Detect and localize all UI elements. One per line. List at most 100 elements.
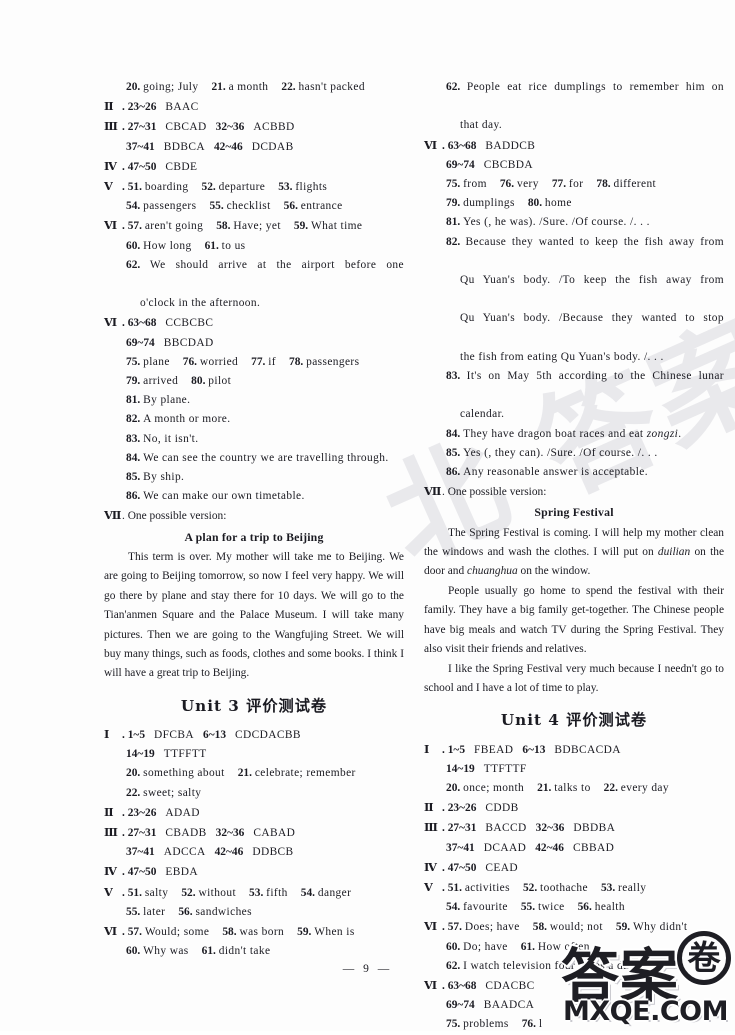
answer-item: 77. for bbox=[552, 178, 584, 190]
answer-range-line: 37~41 ADCCA 42~46 DDBCB bbox=[104, 843, 404, 862]
answer-item: 80. home bbox=[528, 197, 572, 209]
answer-item: 53. fifth bbox=[249, 887, 288, 899]
answer-item: 22. sweet; salty bbox=[126, 787, 201, 799]
question-number: 61. bbox=[201, 945, 216, 958]
question-number: 60. bbox=[126, 239, 141, 252]
roman-numeral: Ⅱ bbox=[104, 99, 114, 114]
roman-numeral: Ⅵ bbox=[424, 977, 438, 992]
roman-numeral: Ⅲ bbox=[424, 820, 438, 835]
question-number: 83. bbox=[126, 432, 141, 445]
question-range: 1~5 bbox=[127, 728, 146, 741]
answer-line: 20. going; July 21. a month 22. hasn't pac… bbox=[104, 78, 404, 97]
answer-line: 60. How long 61. to us bbox=[104, 237, 404, 256]
answer-letters: BAAC bbox=[165, 101, 199, 114]
answer-text: from bbox=[463, 178, 487, 191]
unit-heading: Unit 3 评价测试卷 bbox=[180, 696, 328, 715]
answer-text: once; month bbox=[463, 781, 525, 794]
question-number: 20. bbox=[446, 781, 461, 794]
question-range: 42~46 bbox=[535, 841, 564, 854]
question-range: 23~26 bbox=[127, 806, 157, 819]
answer-group: 63~68 CDACBC bbox=[448, 980, 535, 992]
answer-letters: CDDB bbox=[485, 802, 519, 815]
answer-text: People eat rice dumplings to remember hi… bbox=[466, 81, 724, 93]
answer-line: 60. Do; have 61. How often bbox=[424, 938, 724, 957]
answer-group: 37~41 BDBCA bbox=[126, 141, 205, 153]
answer-item: 54. passengers bbox=[126, 200, 196, 212]
answer-item: 60. Do; have bbox=[446, 941, 508, 953]
answer-text: Any reasonable answer is acceptable. bbox=[463, 466, 648, 479]
answer-sentence-line: the fish from eating Qu Yuan's body. /. … bbox=[460, 350, 664, 363]
roman-section-line: Ⅱ. 23~26 CDDB bbox=[424, 798, 724, 818]
answer-group: 27~31 CBADB bbox=[128, 827, 207, 839]
composition-paragraph: The Spring Festival is coming. I will he… bbox=[424, 526, 724, 578]
unit-heading: Unit 4 评价测试卷 bbox=[500, 711, 648, 730]
answer-text: later bbox=[143, 905, 166, 918]
question-number: 22. bbox=[281, 81, 296, 93]
answer-line: 20. something about 21. celebrate; rememb… bbox=[104, 764, 404, 783]
answer-item: 61. to us bbox=[205, 240, 246, 252]
answer-letters: BBCDAD bbox=[163, 336, 214, 349]
answer-item: 54. danger bbox=[301, 887, 352, 899]
question-number: 77. bbox=[551, 178, 567, 191]
answer-item: 55. checklist bbox=[209, 200, 270, 212]
answer-letters: CDACBC bbox=[485, 979, 535, 992]
answer-letters: DFCBA bbox=[154, 728, 195, 741]
two-column-body: 20. going; July 21. a month 22. hasn't pac… bbox=[0, 0, 735, 1030]
answer-item: 21. a month bbox=[211, 81, 268, 93]
italic-term: duilian bbox=[657, 546, 691, 559]
roman-numeral: Ⅱ bbox=[424, 800, 434, 815]
answer-item: 20. something about bbox=[126, 767, 225, 779]
answer-letters: CBBAD bbox=[572, 841, 615, 854]
answer-key-page: 北 答案 20. going; July 21. a month 22. hasn'… bbox=[0, 0, 735, 1031]
answer-letters: BAADCA bbox=[483, 999, 535, 1012]
answer-item: 79. arrived bbox=[126, 375, 178, 387]
answer-item: 57. Would; some bbox=[128, 926, 210, 938]
question-number: 22. bbox=[603, 781, 618, 794]
roman-section-label: Ⅶ. One possible version: bbox=[424, 482, 724, 502]
answer-group: 32~36 CABAD bbox=[216, 827, 296, 839]
answer-text: Do; have bbox=[463, 940, 508, 953]
question-number: 84. bbox=[446, 427, 461, 440]
answer-range-line: 69~74 CBCBDA bbox=[424, 156, 724, 175]
answer-text: We can make our own timetable. bbox=[143, 490, 305, 503]
answer-group: 14~19 TTFFTT bbox=[126, 748, 207, 760]
answer-group: 47~50 CEAD bbox=[448, 862, 518, 874]
question-number: 20. bbox=[126, 767, 141, 780]
answer-line: 79. arrived 80. pilot bbox=[104, 372, 404, 391]
answer-line: 54. passengers 55. checklist 56. entrance bbox=[104, 197, 404, 216]
answer-item: 59. Why didn't bbox=[616, 921, 688, 933]
answer-letters: ADCCA bbox=[163, 846, 206, 859]
answer-text: Yes (, he was). /Sure. /Of course. /. . … bbox=[463, 216, 650, 229]
answer-letters: DDBCB bbox=[252, 846, 294, 859]
answer-text: twice bbox=[537, 901, 565, 914]
answer-letters: BADDCB bbox=[485, 139, 536, 152]
answer-text: We can see the country we are travelling… bbox=[143, 451, 389, 464]
answer-letters: ACBBD bbox=[253, 121, 295, 134]
answer-text: aren't going bbox=[144, 220, 204, 233]
answer-item: 55. twice bbox=[521, 901, 565, 913]
question-range: 63~68 bbox=[447, 139, 477, 152]
answer-item: 75. plane bbox=[126, 356, 170, 368]
question-range: 1~5 bbox=[447, 743, 466, 756]
answer-text: We should arrive at the airport before o… bbox=[149, 258, 404, 271]
question-number: 53. bbox=[249, 886, 264, 899]
question-number: 80. bbox=[527, 197, 543, 210]
question-number: 51. bbox=[447, 881, 462, 894]
question-number: 57. bbox=[447, 921, 462, 934]
roman-numeral: Ⅰ bbox=[424, 741, 430, 756]
roman-section-line: Ⅴ. 51. salty 52. without 53. fifth 54. dang… bbox=[104, 883, 404, 903]
answer-letters: DCDAB bbox=[251, 140, 294, 153]
question-number: 84. bbox=[126, 451, 141, 464]
answer-letters: DBDBA bbox=[573, 822, 616, 835]
answer-item: 61. How often bbox=[521, 941, 590, 953]
answer-item: 78. different bbox=[596, 178, 656, 190]
question-number: 53. bbox=[278, 181, 293, 194]
answer-item: 59. What time bbox=[294, 220, 362, 232]
answer-text: Does; have bbox=[464, 921, 520, 934]
answer-item: 75. problems bbox=[446, 1018, 509, 1030]
question-range: 47~50 bbox=[127, 160, 157, 173]
answer-text: Yes (, they can). /Sure. /Of course. /. … bbox=[463, 446, 658, 459]
answer-item: 58. was born bbox=[222, 926, 284, 938]
answer-item: 20. once; month bbox=[446, 782, 524, 794]
answer-text: How long bbox=[143, 239, 192, 252]
